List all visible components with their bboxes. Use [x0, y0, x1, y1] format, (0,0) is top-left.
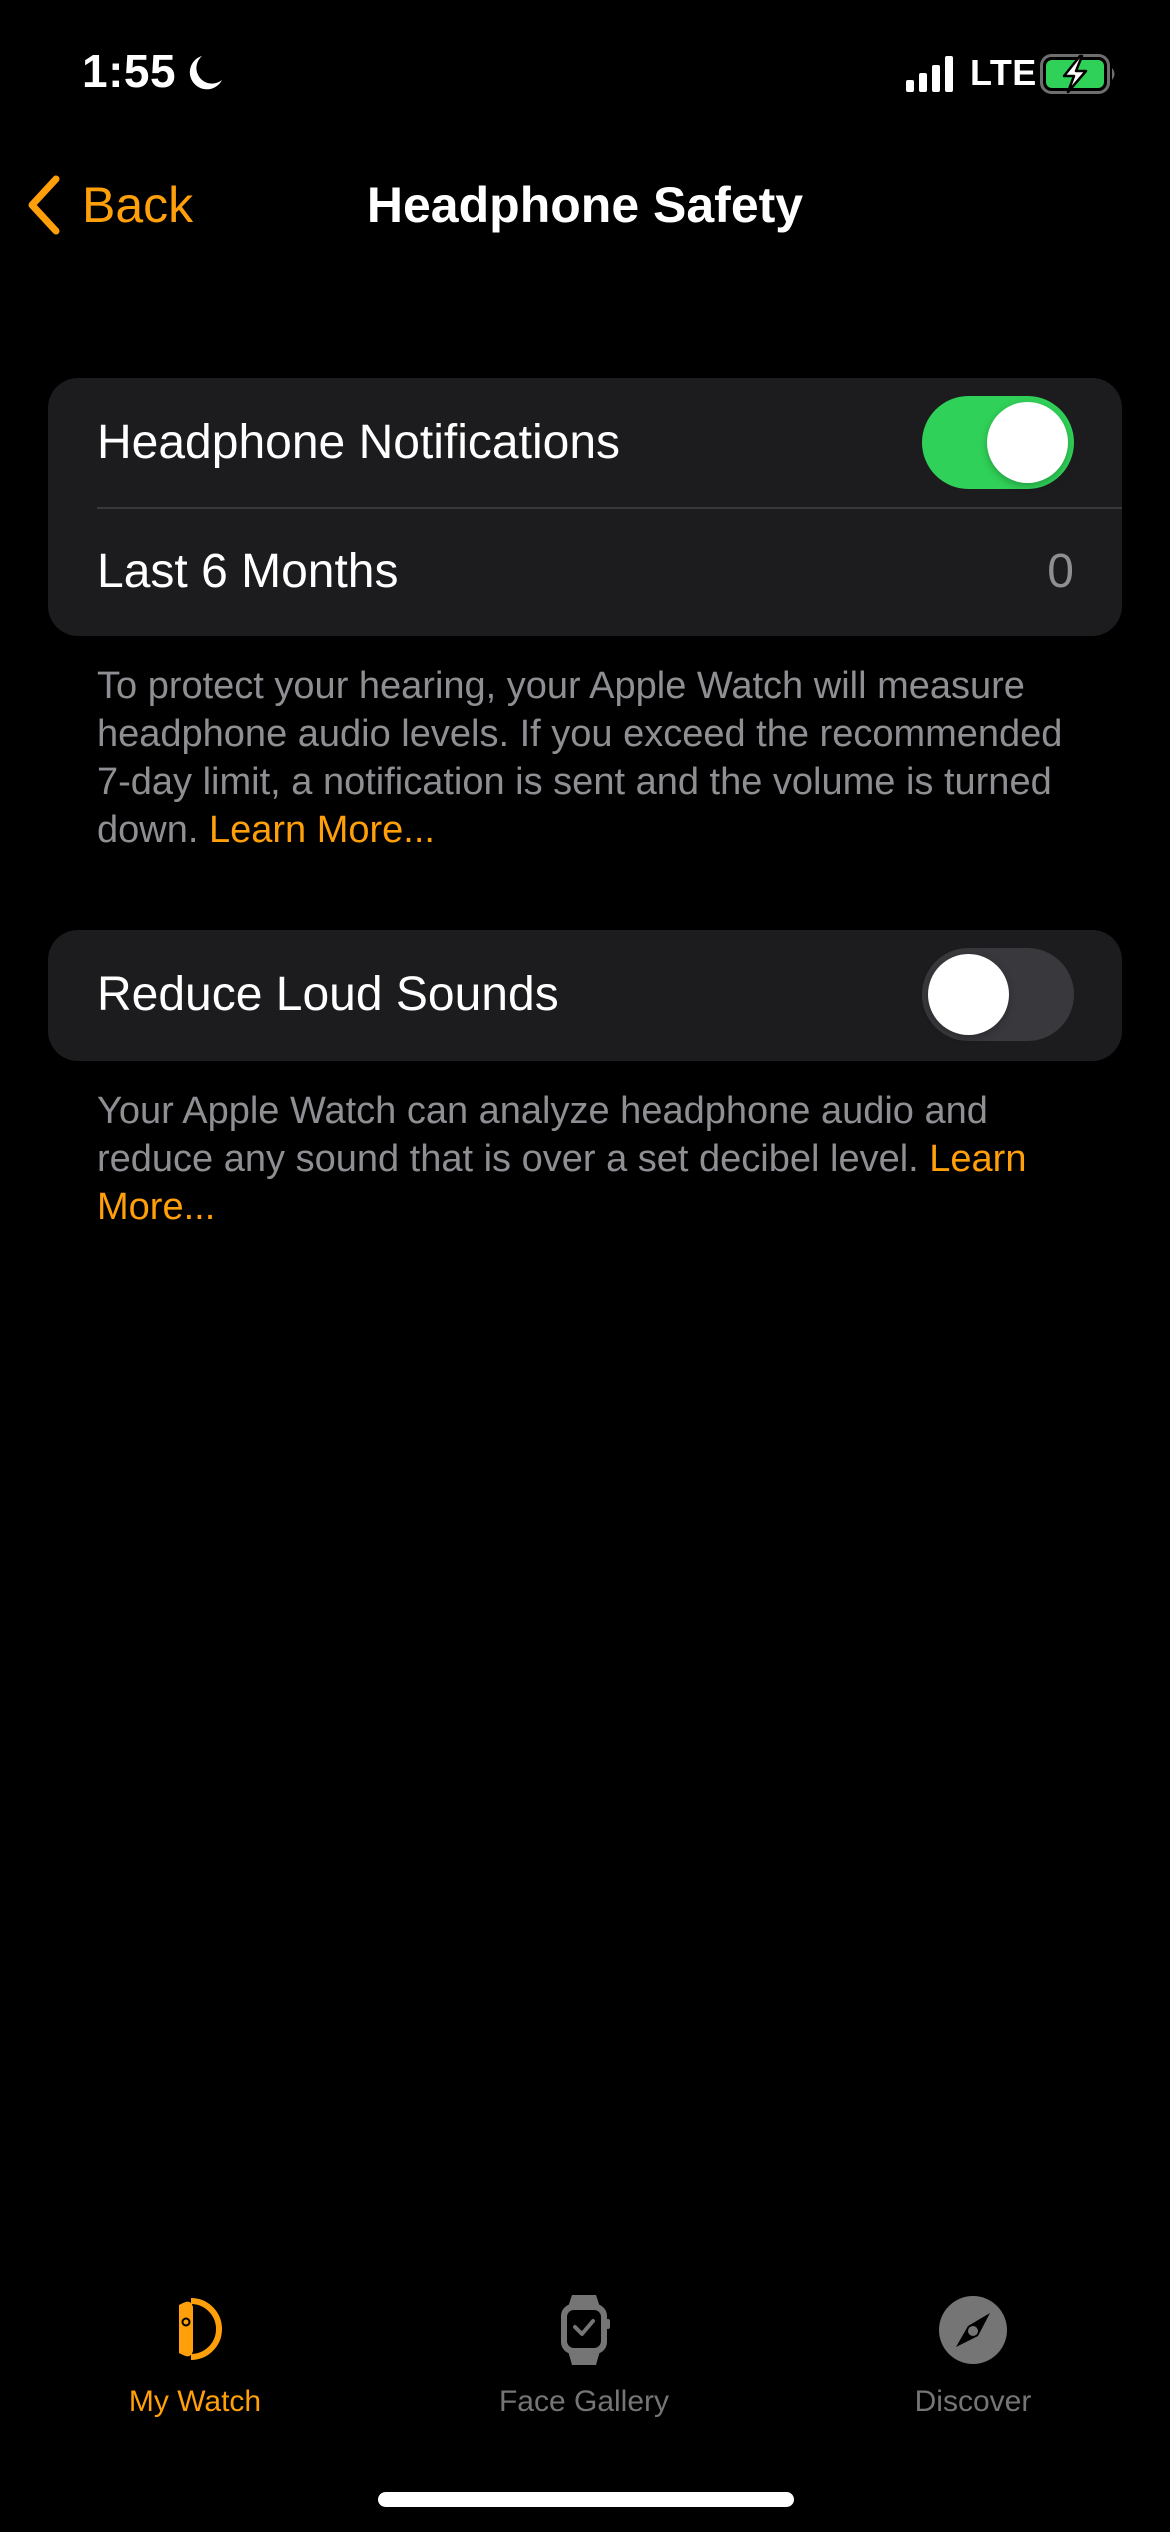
home-indicator[interactable] [378, 2492, 794, 2507]
watch-face-icon [561, 2295, 610, 2365]
watch-side-icon [179, 2298, 222, 2360]
toggle-knob [928, 954, 1009, 1035]
screen: 1:55 LTE Back Headphone Safety Headphone… [0, 0, 1170, 2532]
last-6-months-row[interactable]: Last 6 Months 0 [48, 507, 1122, 636]
status-bar: 1:55 LTE [0, 0, 1170, 150]
row-divider [97, 507, 1122, 509]
moon-icon [189, 56, 222, 90]
tab-bar: My Watch Face Gallery Discover [0, 2285, 1170, 2425]
network-type: LTE [970, 52, 1037, 93]
reduce-loud-sounds-group: Reduce Loud Sounds [48, 930, 1122, 1061]
navigation-bar: Back Headphone Safety [0, 160, 1170, 250]
reduce-loud-sounds-row: Reduce Loud Sounds [48, 930, 1122, 1059]
tab-label: Face Gallery [498, 2385, 670, 2418]
compass-icon [939, 2296, 1007, 2364]
tab-face-gallery[interactable]: Face Gallery [434, 2285, 734, 2425]
tab-label: Discover [914, 2385, 1032, 2418]
headphone-notifications-label: Headphone Notifications [97, 416, 621, 469]
page-title: Headphone Safety [366, 177, 804, 233]
headphone-notifications-row: Headphone Notifications [48, 378, 1122, 507]
headphone-notifications-toggle[interactable] [922, 396, 1074, 489]
headphone-notifications-group: Headphone Notifications Last 6 Months 0 [48, 378, 1122, 636]
last-6-months-label: Last 6 Months [97, 545, 399, 598]
headphone-notifications-footer: To protect your hearing, your Apple Watc… [97, 662, 1087, 854]
tab-label: My Watch [128, 2385, 262, 2418]
learn-more-link[interactable]: Learn More... [209, 809, 435, 851]
cellular-signal-icon [906, 56, 953, 92]
toggle-knob [987, 402, 1068, 483]
tab-my-watch[interactable]: My Watch [45, 2285, 345, 2425]
reduce-loud-sounds-footer: Your Apple Watch can analyze headphone a… [97, 1087, 1087, 1231]
reduce-loud-sounds-label: Reduce Loud Sounds [97, 968, 559, 1021]
last-6-months-value: 0 [1047, 545, 1074, 598]
battery-charging-icon [1040, 54, 1115, 94]
reduce-loud-sounds-toggle[interactable] [922, 948, 1074, 1041]
status-time: 1:55 [82, 45, 177, 97]
tab-discover[interactable]: Discover [823, 2285, 1123, 2425]
footer-text: Your Apple Watch can analyze headphone a… [97, 1090, 988, 1180]
